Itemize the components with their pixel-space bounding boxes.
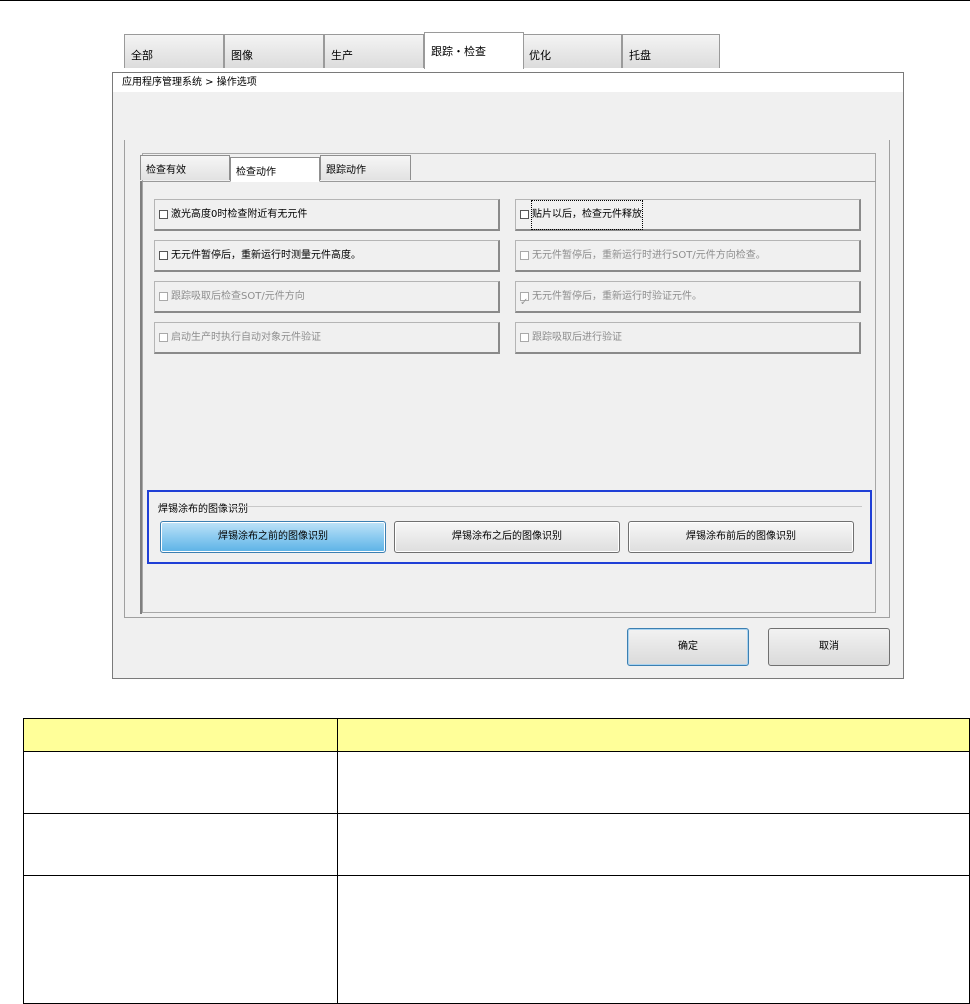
option-label: 激光高度0时检查附近有无元件 — [171, 208, 308, 220]
option-label: 无元件暂停后，重新运行时验证元件。 — [532, 290, 702, 302]
table-header-cell — [337, 718, 970, 752]
checkbox-icon[interactable] — [159, 292, 168, 301]
checkbox-icon[interactable] — [520, 333, 529, 342]
checkbox-icon[interactable] — [520, 251, 529, 260]
option-label: 跟踪吸取后进行验证 — [532, 331, 622, 343]
tab-tracking-inspection[interactable]: 跟踪・检查 — [424, 32, 524, 69]
tab-optimization[interactable]: 优化 — [522, 34, 622, 68]
table-cell — [337, 813, 970, 876]
solder-group-label: 焊锡涂布的图像识别 — [158, 504, 248, 515]
option-auto-verify-on-start[interactable]: 启动生产时执行自动对象元件验证 — [154, 322, 500, 354]
option-label: 跟踪吸取后检查SOT/元件方向 — [171, 290, 305, 302]
subtab-tracking-action[interactable]: 跟踪动作 — [320, 155, 411, 180]
option-label: 贴片以后，检查元件释放 — [531, 199, 643, 230]
after-solder-recognition-button[interactable]: 焊锡涂布之后的图像识别 — [394, 521, 620, 553]
cancel-button[interactable]: 取消 — [768, 628, 890, 666]
option-check-release-after-mount[interactable]: 贴片以后，检查元件释放 — [515, 199, 861, 231]
option-measure-height-on-restart[interactable]: 无元件暂停后，重新运行时测量元件高度。 — [154, 240, 500, 272]
table-row — [23, 875, 970, 1004]
table-cell — [23, 751, 338, 814]
table-cell — [337, 751, 970, 814]
table-header-cell — [23, 718, 338, 752]
subtab-inspection-action[interactable]: 检查动作 — [230, 157, 320, 182]
tab-all[interactable]: 全部 — [124, 34, 224, 68]
option-label: 启动生产时执行自动对象元件验证 — [171, 331, 321, 343]
checkbox-icon[interactable] — [159, 333, 168, 342]
table-row — [23, 751, 970, 814]
before-solder-recognition-button[interactable]: 焊锡涂布之前的图像识别 — [160, 521, 386, 553]
before-after-solder-recognition-button[interactable]: 焊锡涂布前后的图像识别 — [628, 521, 854, 553]
table-header-row — [23, 718, 970, 752]
reference-table — [23, 718, 970, 1004]
table-row — [23, 813, 970, 876]
ok-button[interactable]: 确定 — [627, 628, 749, 666]
page-top-rule — [0, 0, 970, 1]
dialog-title: 应用程序管理系统 > 操作选项 — [113, 73, 903, 92]
option-laser-height-check[interactable]: 激光高度0时检查附近有无元件 — [154, 199, 500, 231]
table-cell — [23, 813, 338, 876]
tab-production[interactable]: 生产 — [324, 34, 424, 68]
option-verify-after-pick[interactable]: 跟踪吸取后进行验证 — [515, 322, 861, 354]
tab-tray[interactable]: 托盘 — [622, 34, 720, 68]
subtab-inspection-enable[interactable]: 检查有效 — [140, 155, 230, 180]
group-divider — [212, 506, 862, 507]
option-label: 无元件暂停后，重新运行时测量元件高度。 — [171, 249, 361, 261]
option-label: 无元件暂停后，重新运行时进行SOT/元件方向检查。 — [532, 249, 766, 261]
option-sot-check-after-pick[interactable]: 跟踪吸取后检查SOT/元件方向 — [154, 281, 500, 313]
checkbox-icon[interactable] — [520, 210, 529, 219]
table-cell — [337, 875, 970, 1004]
option-verify-on-restart[interactable]: 无元件暂停后，重新运行时验证元件。 — [515, 281, 861, 317]
checkbox-icon[interactable] — [159, 210, 168, 219]
subtab-left-edge — [140, 181, 142, 614]
table-cell — [23, 875, 338, 1004]
checkbox-checked-icon[interactable] — [520, 289, 529, 317]
checkbox-icon[interactable] — [159, 251, 168, 260]
tab-image[interactable]: 图像 — [224, 34, 324, 68]
option-sot-check-on-restart[interactable]: 无元件暂停后，重新运行时进行SOT/元件方向检查。 — [515, 240, 861, 272]
